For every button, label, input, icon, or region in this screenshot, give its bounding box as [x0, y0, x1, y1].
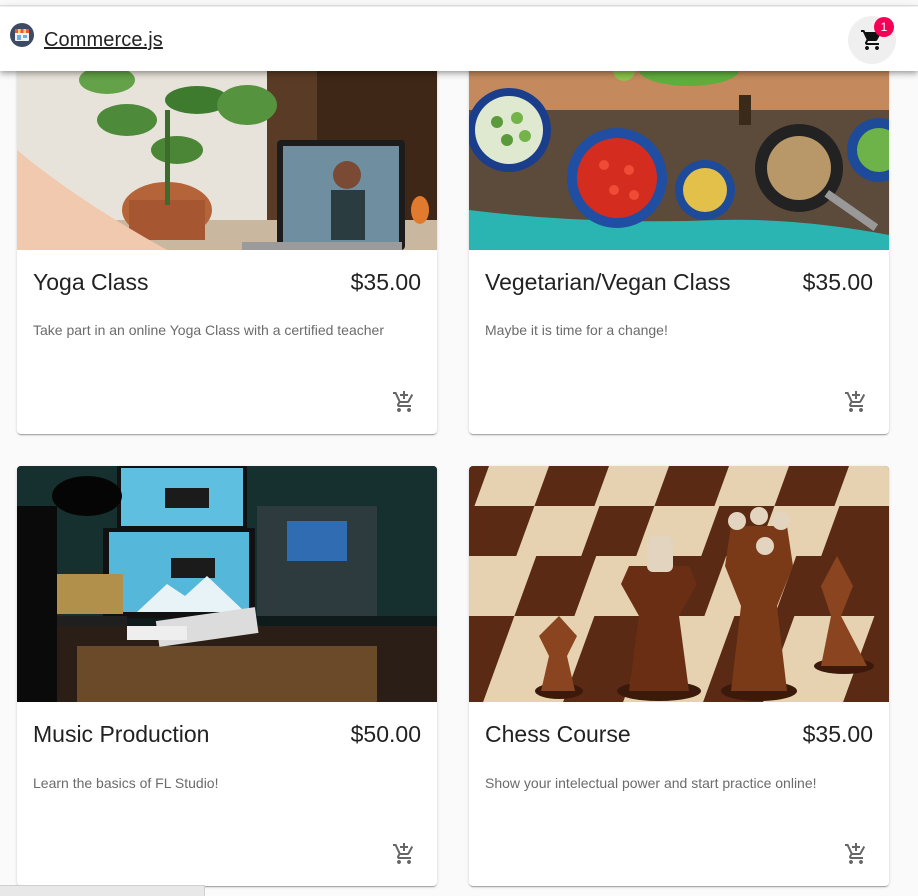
product-card-music: Music Production $50.00 Learn the basics… — [17, 466, 437, 886]
chess-photo — [469, 466, 889, 702]
product-price: $50.00 — [350, 721, 421, 747]
product-card-yoga: Yoga Class $35.00 Take part in an online… — [17, 50, 437, 434]
add-shopping-cart-icon — [393, 843, 414, 864]
product-description: Take part in an online Yoga Class with a… — [33, 322, 384, 338]
product-card-vegetarian: Vegetarian/Vegan Class $35.00 Maybe it i… — [469, 50, 889, 434]
product-description: Maybe it is time for a change! — [485, 322, 668, 338]
product-card-chess: Chess Course $35.00 Show your intelectua… — [469, 466, 889, 886]
add-to-cart-button[interactable] — [384, 834, 424, 874]
app-bar: Commerce.js 1 — [0, 7, 918, 71]
product-description: Learn the basics of FL Studio! — [33, 775, 219, 791]
cart-count-badge: 1 — [874, 17, 894, 37]
storefront-logo-icon[interactable] — [9, 22, 35, 48]
product-name: Music Production — [33, 721, 210, 747]
studio-desk-photo — [17, 466, 437, 702]
add-to-cart-button[interactable] — [836, 382, 876, 422]
add-shopping-cart-icon — [845, 391, 866, 412]
browser-status-bar — [0, 885, 205, 896]
product-name: Yoga Class — [33, 269, 149, 295]
product-name: Chess Course — [485, 721, 631, 747]
product-description: Show your intelectual power and start pr… — [485, 775, 817, 791]
product-price: $35.00 — [802, 269, 873, 295]
add-to-cart-button[interactable] — [836, 834, 876, 874]
add-shopping-cart-icon — [845, 843, 866, 864]
product-price: $35.00 — [802, 721, 873, 747]
yoga-photo — [17, 50, 437, 250]
product-name: Vegetarian/Vegan Class — [485, 269, 731, 295]
product-price: $35.00 — [350, 269, 421, 295]
add-to-cart-button[interactable] — [384, 382, 424, 422]
brand-link[interactable]: Commerce.js — [44, 29, 163, 52]
add-shopping-cart-icon — [393, 391, 414, 412]
vegetables-photo — [469, 50, 889, 250]
browser-top-edge — [0, 0, 918, 6]
